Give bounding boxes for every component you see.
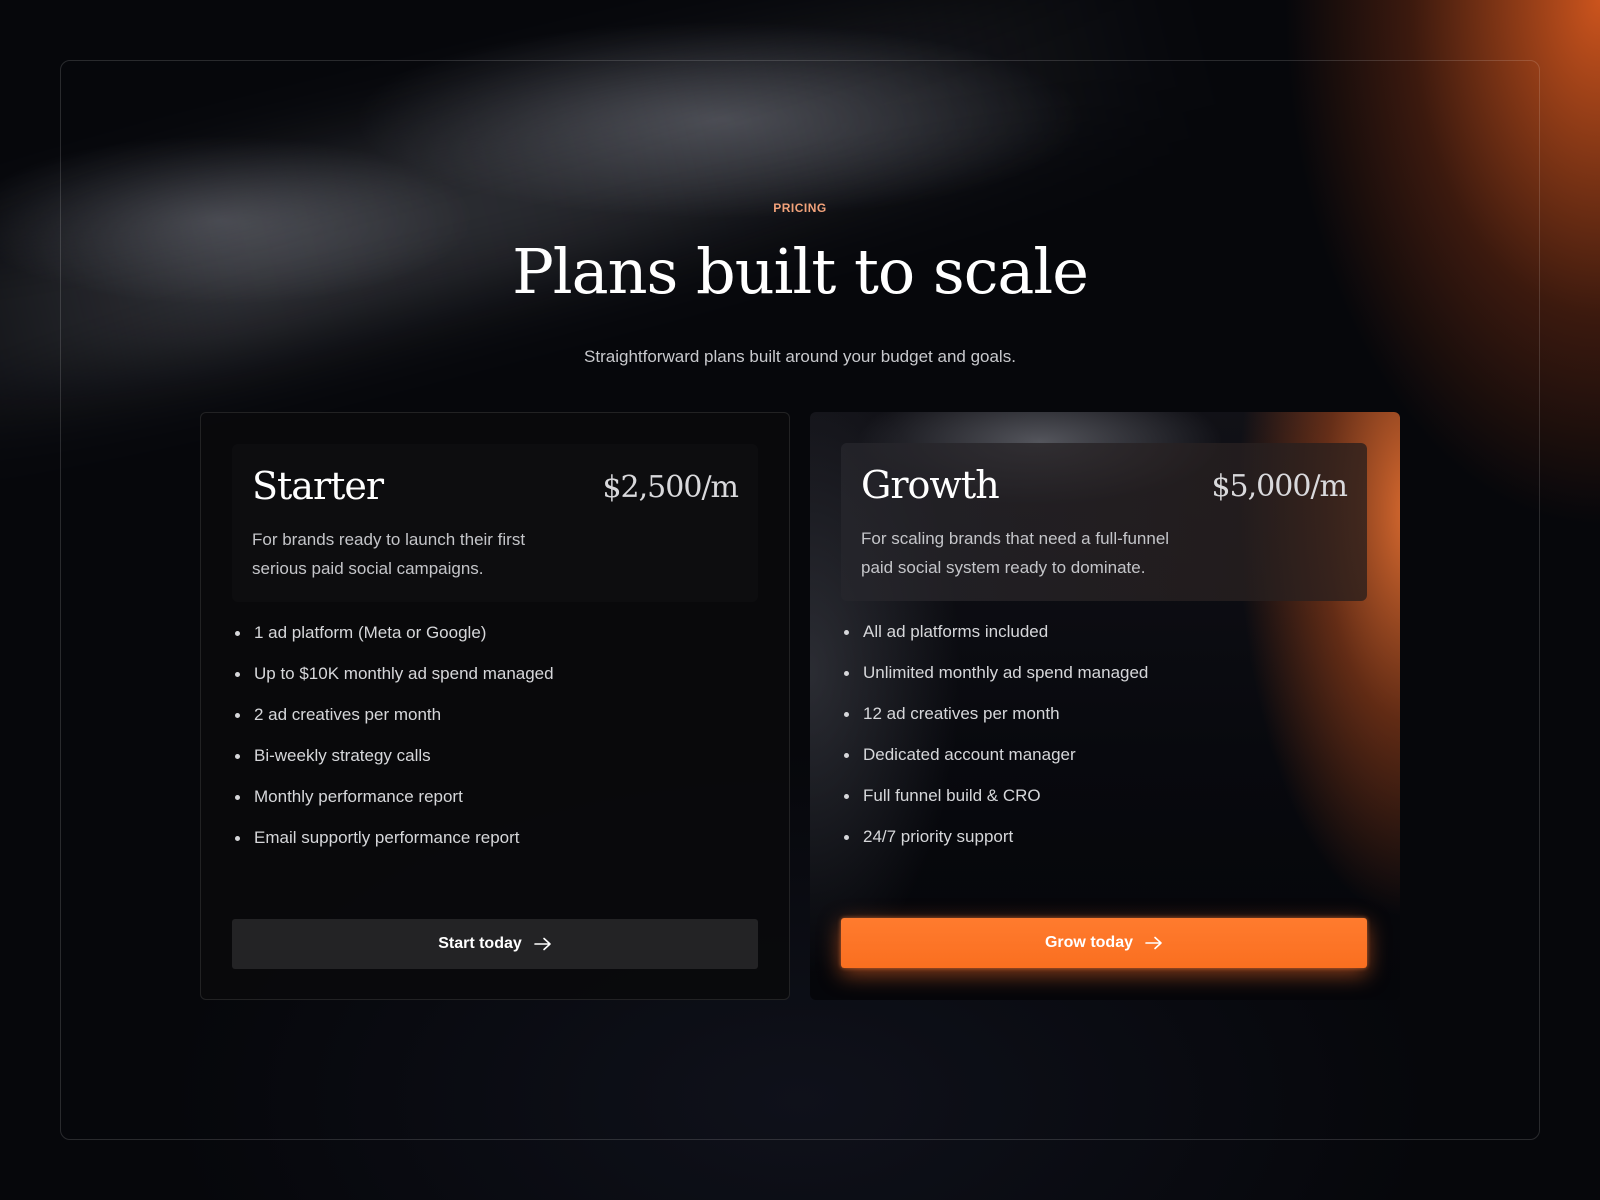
feature-item: Full funnel build & CRO (841, 784, 1148, 825)
cta-label: Grow today (1044, 934, 1133, 951)
feature-item: Monthly performance report (232, 785, 554, 826)
feature-item: 1 ad platform (Meta or Google) (232, 621, 554, 662)
feature-item: All ad platforms included (841, 620, 1148, 661)
feature-item: Bi-weekly strategy calls (232, 744, 554, 785)
page-title: Plans built to scale (512, 235, 1089, 308)
arrow-right-icon (1145, 936, 1163, 950)
cta-label: Start today (438, 935, 522, 952)
plan-name: Starter (252, 464, 384, 508)
feature-item: Unlimited monthly ad spend managed (841, 661, 1148, 702)
plan-header: Starter $2,500/m For brands ready to lau… (232, 444, 758, 602)
start-today-button[interactable]: Start today (232, 919, 758, 969)
grow-today-button[interactable]: Grow today (841, 918, 1367, 968)
plan-name: Growth (861, 463, 1000, 507)
plan-price: $2,500/m (602, 470, 739, 505)
feature-list: 1 ad platform (Meta or Google) Up to $10… (232, 621, 554, 867)
plan-card-growth: Growth $5,000/m For scaling brands that … (810, 412, 1400, 1000)
plan-header: Growth $5,000/m For scaling brands that … (841, 443, 1367, 601)
plan-description: For brands ready to launch their first s… (252, 530, 526, 578)
section-eyebrow: PRICING (773, 201, 827, 215)
plan-description: For scaling brands that need a full-funn… (861, 529, 1170, 577)
plan-price: $5,000/m (1211, 469, 1348, 504)
page-subtitle: Straightforward plans built around your … (584, 347, 1016, 366)
arrow-right-icon (533, 937, 552, 951)
feature-item: Up to $10K monthly ad spend managed (232, 662, 554, 703)
feature-item: Email supportly performance report (232, 826, 554, 867)
feature-item: 2 ad creatives per month (232, 703, 554, 744)
plan-card-starter: Starter $2,500/m For brands ready to lau… (200, 412, 790, 1000)
feature-item: Dedicated account manager (841, 743, 1148, 784)
feature-item: 12 ad creatives per month (841, 702, 1148, 743)
feature-item: 24/7 priority support (841, 825, 1148, 866)
feature-list: All ad platforms included Unlimited mont… (841, 620, 1148, 866)
